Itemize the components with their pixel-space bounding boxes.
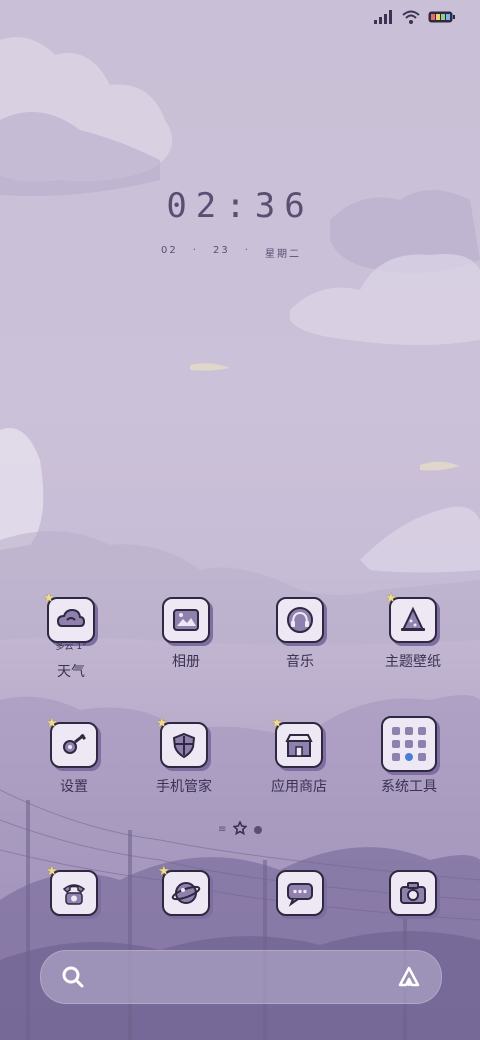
app-gallery[interactable]: 相册 xyxy=(131,597,241,671)
gallery-icon[interactable] xyxy=(162,597,210,643)
home-star-icon xyxy=(232,820,249,839)
app-theme[interactable]: ★ 主题壁纸 xyxy=(358,591,468,671)
page-indicator[interactable]: ≡ xyxy=(218,820,263,839)
star-badge-icon: ★ xyxy=(156,716,168,731)
app-label: 应用商店 xyxy=(271,779,327,795)
menu-lines-icon: ≡ xyxy=(218,824,227,835)
messages-icon[interactable] xyxy=(276,870,324,916)
date-weekday: 星期二 xyxy=(264,249,301,260)
app-label: 手机管家 xyxy=(156,779,212,795)
app-settings[interactable]: ★ 设置 xyxy=(19,716,129,796)
app-label: 音乐 xyxy=(286,654,314,670)
theme-icon[interactable]: ★ xyxy=(385,591,437,643)
app-label: 相册 xyxy=(172,654,200,670)
wifi-icon xyxy=(402,10,420,24)
music-icon[interactable] xyxy=(276,597,324,643)
date-month: 02 xyxy=(161,245,178,256)
phone-icon[interactable]: ★ xyxy=(46,864,98,916)
dock-browser[interactable]: ★ xyxy=(131,864,241,916)
settings-icon[interactable]: ★ xyxy=(46,716,98,768)
clock-date[interactable]: 02 · 23 · 星期二 xyxy=(161,245,301,260)
camera-icon[interactable] xyxy=(389,870,437,916)
star-badge-icon: ★ xyxy=(271,716,283,731)
star-badge-icon: ★ xyxy=(385,591,397,606)
signal-icon xyxy=(374,10,394,24)
search-icon[interactable] xyxy=(61,965,85,993)
browser-icon[interactable]: ★ xyxy=(158,864,210,916)
star-badge-icon: ★ xyxy=(46,716,58,731)
star-badge-icon: ★ xyxy=(46,864,58,879)
weather-summary: 多云 1° xyxy=(55,642,87,652)
star-badge-icon: ★ xyxy=(43,591,55,606)
search-bar[interactable] xyxy=(40,950,442,1004)
date-separator: · xyxy=(244,245,250,256)
clock-time[interactable]: 02:36 xyxy=(0,186,480,226)
page-dot xyxy=(254,825,263,834)
app-label: 系统工具 xyxy=(381,779,437,795)
status-bar xyxy=(374,10,456,24)
assistant-icon[interactable] xyxy=(397,965,421,993)
star-badge-icon: ★ xyxy=(158,864,170,879)
date-day: 23 xyxy=(212,245,230,256)
dock-messages[interactable] xyxy=(245,870,355,916)
date-separator: · xyxy=(192,245,198,256)
folder-system-tools[interactable]: 系统工具 xyxy=(354,716,464,796)
app-label: 设置 xyxy=(60,779,88,795)
app-store[interactable]: ★ 应用商店 xyxy=(244,716,354,796)
security-icon[interactable]: ★ xyxy=(156,716,208,768)
weather-icon[interactable]: ★ xyxy=(43,591,95,643)
app-weather[interactable]: ★ 多云 1° 天气 xyxy=(16,591,126,681)
app-security[interactable]: ★ 手机管家 xyxy=(129,716,239,796)
dock-camera[interactable] xyxy=(358,870,468,916)
app-store-icon[interactable]: ★ xyxy=(271,716,323,768)
battery-icon xyxy=(428,10,456,24)
app-music[interactable]: 音乐 xyxy=(245,597,355,671)
app-label: 天气 xyxy=(57,664,85,680)
dock-phone[interactable]: ★ xyxy=(19,864,129,916)
app-label: 主题壁纸 xyxy=(385,654,441,670)
folder-icon[interactable] xyxy=(381,716,437,772)
